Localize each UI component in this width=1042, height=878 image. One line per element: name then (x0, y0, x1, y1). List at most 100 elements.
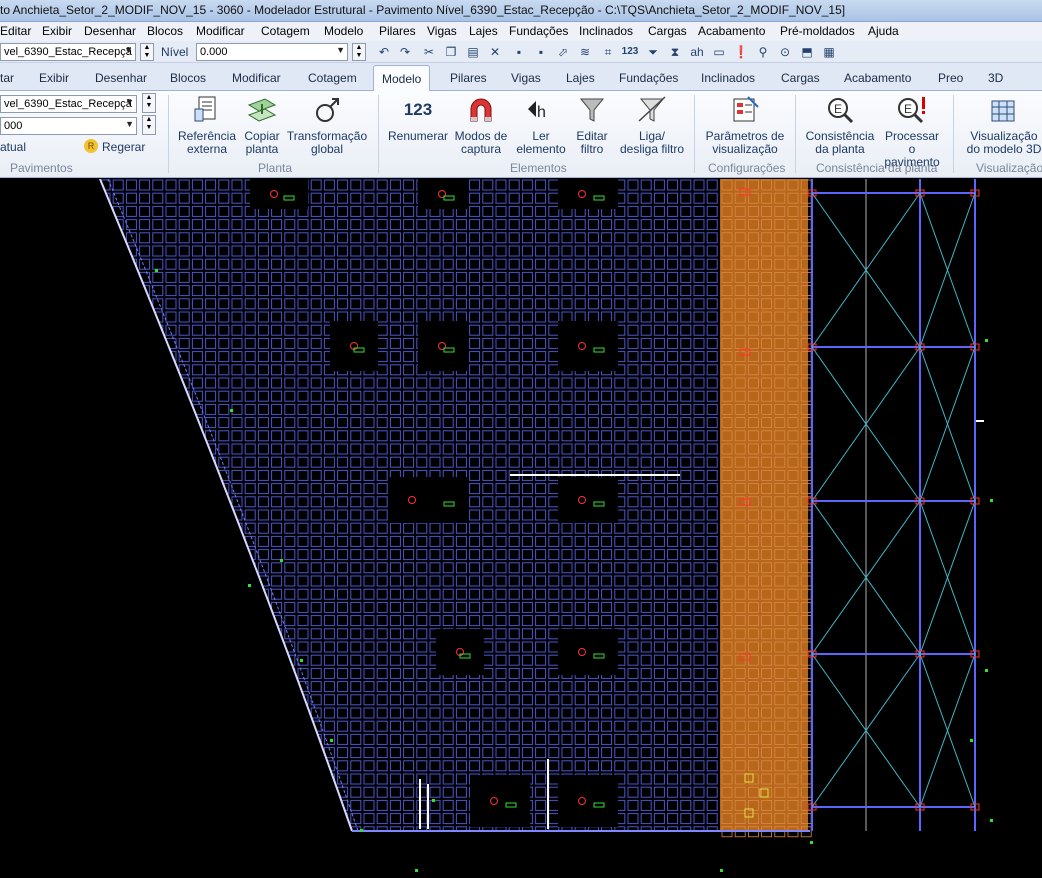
menu-ajuda[interactable]: Ajuda (868, 24, 899, 38)
tab-preo[interactable]: Preo (938, 71, 963, 85)
menu-cargas[interactable]: Cargas (648, 24, 687, 38)
ribbon-floor-spinner[interactable]: ▲ ▼ (142, 93, 156, 113)
renumerar-button[interactable]: 123 Renumerar (387, 95, 449, 143)
regerar-button[interactable]: Regerar (102, 140, 145, 154)
waffle-cell (125, 285, 137, 297)
waffle-cell (455, 219, 467, 231)
waffle-cell (310, 324, 322, 336)
ribbon-floor-combo[interactable]: vel_6390_Estac_Recepçã ▼ (0, 95, 137, 113)
drawing-canvas[interactable] (0, 179, 1042, 878)
model3d-icon[interactable]: ▦ (821, 44, 837, 60)
menu-pre-moldados[interactable]: Pré-moldados (780, 24, 855, 38)
menu-inclinados[interactable]: Inclinados (579, 24, 633, 38)
waffle-cell (521, 509, 533, 521)
modos-de-captura-button[interactable]: Modos de captura (452, 95, 510, 156)
tab-cargas[interactable]: Cargas (781, 71, 820, 85)
menu-vigas[interactable]: Vigas (427, 24, 457, 38)
tab-vigas[interactable]: Vigas (511, 71, 541, 85)
waffle-cell (337, 390, 349, 402)
view-icon[interactable]: ⬒ (799, 44, 815, 60)
consistencia-planta-button[interactable]: E Consistência da planta (803, 95, 877, 156)
transformacao-global-button[interactable]: Transformação global (286, 95, 368, 156)
annotation-dot (230, 409, 233, 412)
button-line2: global (310, 142, 344, 156)
level-combo[interactable]: 0.000 ▼ (196, 43, 348, 61)
menu-pilares[interactable]: Pilares (379, 24, 416, 38)
tab-editar[interactable]: tar (0, 71, 14, 85)
undo-icon[interactable]: ↶ (376, 44, 392, 60)
menu-blocos[interactable]: Blocos (147, 24, 183, 38)
save-icon[interactable]: ▪ (511, 44, 527, 60)
select-icon[interactable]: ⬀ (555, 44, 571, 60)
copiar-planta-button[interactable]: Copiar planta (240, 95, 284, 156)
toggle-filter-icon[interactable]: ⧗ (667, 44, 683, 60)
renumber-text[interactable]: 123 (620, 44, 640, 60)
waffle-cell (191, 747, 203, 759)
ribbon-level-combo[interactable]: 000 ▼ (0, 117, 137, 135)
menu-fundacoes[interactable]: Fundações (509, 24, 568, 38)
menu-modelo[interactable]: Modelo (324, 24, 363, 38)
tab-blocos[interactable]: Blocos (170, 71, 206, 85)
consistency-icon[interactable]: ⊙ (777, 44, 793, 60)
redo-icon[interactable]: ↷ (397, 44, 413, 60)
floor-combo[interactable]: vel_6390_Estac_Recepçã ▼ (0, 43, 136, 61)
zoom-icon[interactable]: ⚲ (755, 44, 771, 60)
processar-pavimento-button[interactable]: E Processar o pavimento (880, 95, 944, 169)
waffle-cell (548, 324, 560, 336)
tab-3d[interactable]: 3D (988, 71, 1003, 85)
save-as-icon[interactable]: ▪ (533, 44, 549, 60)
waffle-cell (640, 575, 652, 587)
paste-icon[interactable]: ▤ (465, 44, 481, 60)
tab-pilares[interactable]: Pilares (450, 71, 487, 85)
menu-exibir[interactable]: Exibir (42, 24, 72, 38)
error-icon[interactable]: ❗ (733, 44, 749, 60)
waffle-cell (442, 311, 454, 323)
tab-fundacoes[interactable]: Fundações (619, 71, 678, 85)
tab-exibir[interactable]: Exibir (39, 71, 69, 85)
menu-editar[interactable]: Editar (0, 24, 31, 38)
tab-modelo[interactable]: Modelo (373, 65, 431, 92)
tab-inclinados[interactable]: Inclinados (701, 71, 755, 85)
read-element-icon[interactable]: ah (689, 44, 705, 60)
referencia-externa-button[interactable]: Referência externa (176, 95, 238, 156)
waffle-cell (508, 390, 520, 402)
renumber-icon[interactable]: ⌗ (600, 44, 616, 60)
waffle-cell (601, 245, 613, 257)
tab-modificar[interactable]: Modificar (232, 71, 281, 85)
menu-cotagem[interactable]: Cotagem (261, 24, 310, 38)
waffle-cell (231, 298, 243, 310)
waffle-cell (323, 575, 335, 587)
layers-icon[interactable]: ≋ (577, 44, 593, 60)
beam-icon[interactable]: ▭ (711, 44, 727, 60)
parametros-visualizacao-button[interactable]: Parâmetros de visualização (703, 95, 787, 156)
visualizacao-3d-button[interactable]: Visualização do modelo 3D (962, 95, 1042, 156)
menu-modificar[interactable]: Modificar (196, 24, 245, 38)
waffle-cell (112, 707, 124, 719)
tab-desenhar[interactable]: Desenhar (95, 71, 147, 85)
waffle-cell (350, 509, 362, 521)
waffle-cell (627, 258, 639, 270)
waffle-cell (271, 826, 283, 831)
menu-acabamento[interactable]: Acabamento (698, 24, 765, 38)
waffle-cell (601, 377, 613, 389)
delete-icon[interactable]: ✕ (487, 44, 503, 60)
menu-lajes[interactable]: Lajes (469, 24, 498, 38)
filter-icon[interactable]: ⏷ (645, 44, 661, 60)
ribbon-level-spinner[interactable]: ▲ ▼ (142, 115, 156, 135)
copy-icon[interactable]: ❐ (443, 44, 459, 60)
ler-elemento-button[interactable]: h Ler elemento (514, 95, 568, 156)
waffle-cell (508, 298, 520, 310)
waffle-cell (521, 681, 533, 693)
tab-lajes[interactable]: Lajes (566, 71, 595, 85)
waffle-cell (535, 337, 547, 349)
atual-button[interactable]: atual (0, 140, 26, 154)
cut-icon[interactable]: ✂ (421, 44, 437, 60)
menu-desenhar[interactable]: Desenhar (84, 24, 136, 38)
editar-filtro-button[interactable]: Editar filtro (572, 95, 612, 156)
floor-spinner[interactable]: ▲ ▼ (140, 43, 154, 61)
tab-acabamento[interactable]: Acabamento (844, 71, 911, 85)
waffle-cell (482, 417, 494, 429)
liga-desliga-filtro-button[interactable]: Liga/ desliga filtro (616, 95, 688, 156)
tab-cotagem[interactable]: Cotagem (308, 71, 357, 85)
level-spinner[interactable]: ▲ ▼ (352, 43, 366, 61)
